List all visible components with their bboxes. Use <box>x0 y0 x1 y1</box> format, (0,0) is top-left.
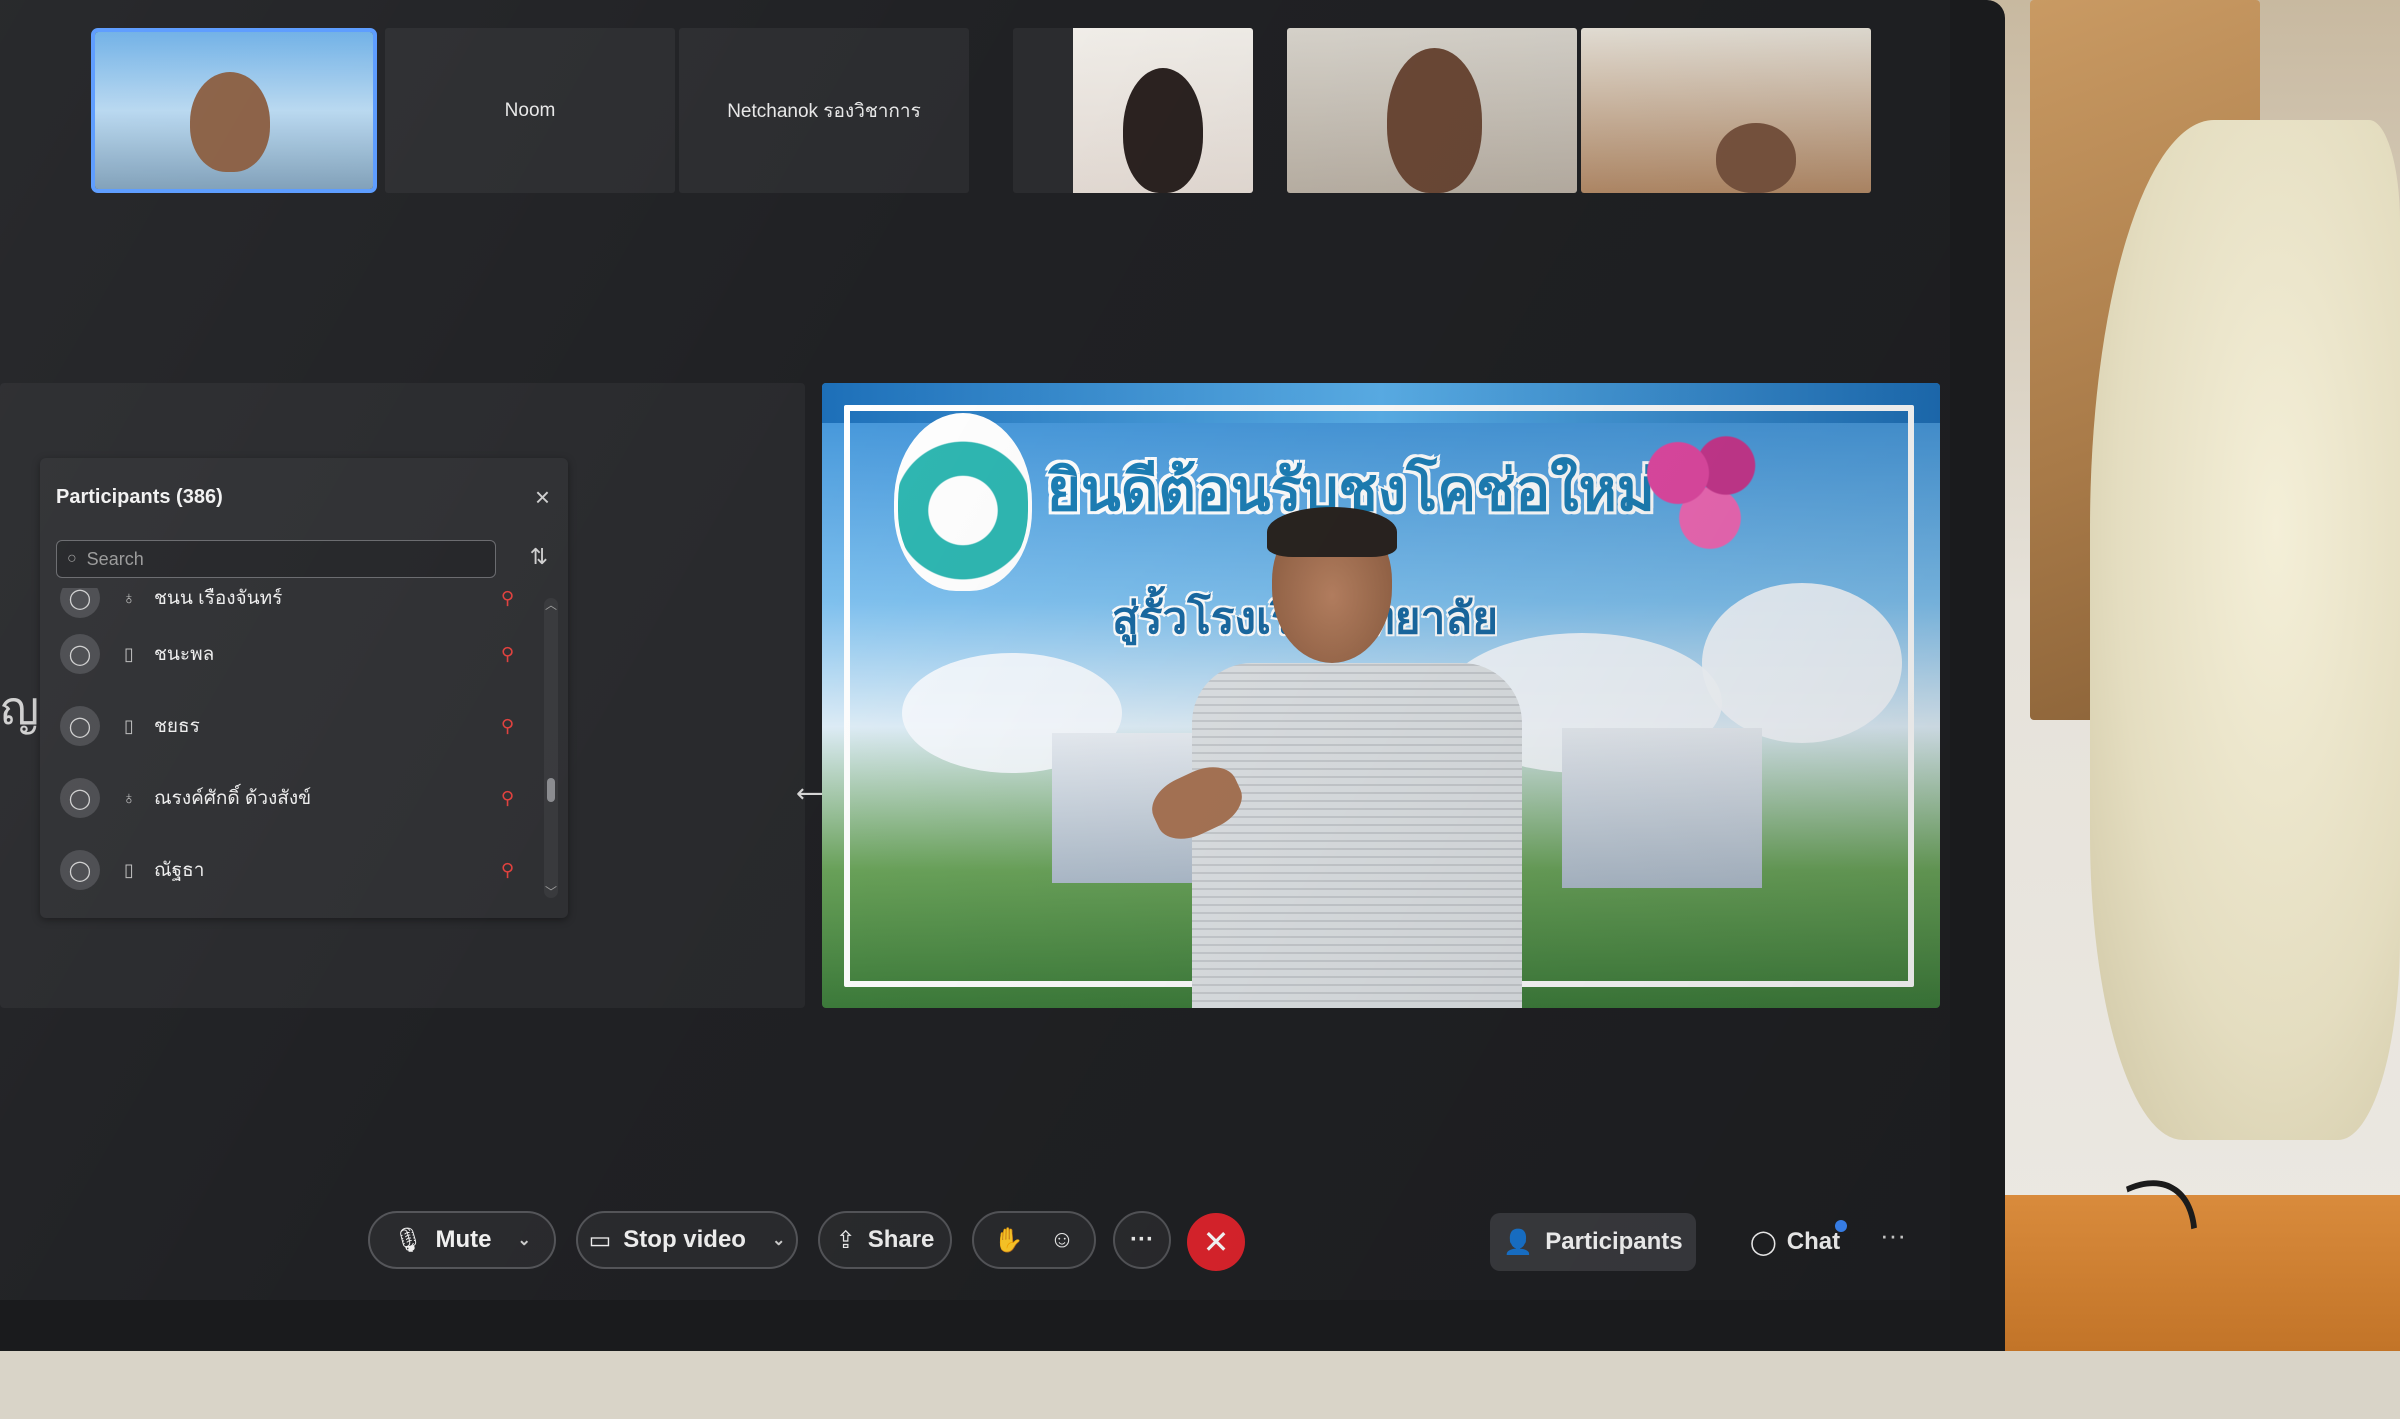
avatar-icon: ◯ <box>60 634 100 674</box>
chat-label: Chat <box>1786 1228 1841 1255</box>
reactions-button-group: ✋ ☺ <box>972 1211 1096 1269</box>
scrollbar[interactable]: ︿ ﹀ <box>544 596 558 900</box>
video-tile-2[interactable]: Noom <box>385 28 675 193</box>
avatar-icon: ◯ <box>60 706 100 746</box>
participant-name: ณัฐธา <box>154 860 205 881</box>
participants-button[interactable]: 👤 Participants <box>1490 1213 1696 1271</box>
list-item[interactable]: ◯ ▯ ณัฐธา ⚲ <box>56 834 536 906</box>
participant-name: ชนน เรืองจันทร์ <box>154 588 283 609</box>
meeting-screen: Noom Netchanok รองวิชาการ ญ Participants… <box>0 0 1950 1300</box>
raise-hand-icon[interactable]: ✋ <box>994 1226 1024 1255</box>
mic-muted-icon[interactable]: ⚲ <box>501 588 514 609</box>
chevron-down-icon[interactable]: ﹀ <box>545 883 557 900</box>
stop-video-button[interactable]: ▭ Stop video ⌄ <box>576 1211 798 1269</box>
participant-name: ชนะพล <box>154 644 215 665</box>
participants-label: Participants <box>1545 1228 1683 1255</box>
participant-face <box>190 72 270 172</box>
more-options-button[interactable]: ··· <box>1113 1211 1171 1269</box>
video-tile-name: Noom <box>504 99 556 121</box>
list-item[interactable]: ◯ ▯ ชยธร ⚲ <box>56 690 536 762</box>
mute-label: Mute <box>435 1226 492 1253</box>
participant-name: ณรงค์ศักดิ์ ด้วงสังข์ <box>154 788 312 809</box>
phone-icon: ▯ <box>124 643 134 664</box>
participants-title: Participants (386) <box>56 486 223 508</box>
emoji-icon[interactable]: ☺ <box>1050 1226 1075 1254</box>
video-tile-6[interactable] <box>1581 28 1871 193</box>
chevron-down-icon[interactable]: ⌄ <box>518 1230 531 1250</box>
mic-muted-icon[interactable]: ⚲ <box>501 644 514 665</box>
avatar-icon: ◯ <box>60 778 100 818</box>
participant-name: ชยธร <box>154 716 200 737</box>
chevron-down-icon[interactable]: ⌄ <box>772 1230 785 1250</box>
headset-icon: ♁ <box>122 588 136 608</box>
flower-decoration <box>1622 413 1782 563</box>
video-tile-name: Netchanok รองวิชาการ <box>727 100 921 122</box>
laptop-bezel: Noom Netchanok รองวิชาการ ญ Participants… <box>0 0 2005 1351</box>
main-speaker-video[interactable]: ยินดีต้อนรับชงโคช่อใหม่ สู่รั้วโรงเรียน … <box>822 383 1940 1008</box>
video-tile-4[interactable] <box>1013 28 1253 193</box>
notification-dot <box>1835 1220 1847 1232</box>
scrollbar-thumb[interactable] <box>547 778 555 802</box>
end-call-button[interactable]: ✕ <box>1187 1213 1245 1271</box>
list-item[interactable]: ◯ ♁ ชนน เรืองจันทร์ ⚲ <box>56 588 536 618</box>
search-icon: ○ <box>67 550 77 567</box>
participant-face <box>1716 123 1796 193</box>
participant-face <box>1387 48 1482 193</box>
school-emblem-icon <box>894 413 1032 591</box>
mic-muted-icon[interactable]: ⚲ <box>501 788 514 809</box>
list-item[interactable]: ◯ ▯ ชนะพล ⚲ <box>56 618 536 690</box>
speaker-hair <box>1267 507 1397 557</box>
share-icon: ⇪ <box>835 1226 856 1254</box>
microphone-icon: 🎙 <box>393 1226 424 1254</box>
overflow-menu-button[interactable]: ··· <box>1880 1220 1906 1251</box>
partial-text: ญ <box>0 681 40 735</box>
mic-muted-icon[interactable]: ⚲ <box>501 860 514 881</box>
list-item[interactable]: ◯ ♁ ณรงค์ศักดิ์ ด้วงสังข์ ⚲ <box>56 762 536 834</box>
chat-bubble-icon: ◯ <box>1749 1228 1777 1256</box>
video-tile-5[interactable] <box>1287 28 1577 193</box>
mic-muted-icon[interactable]: ⚲ <box>501 716 514 737</box>
speaker-person <box>1143 507 1582 1008</box>
share-label: Share <box>867 1226 935 1253</box>
video-tile-3[interactable]: Netchanok รองวิชาการ <box>679 28 969 193</box>
close-icon: ✕ <box>1202 1224 1230 1260</box>
speaker-shirt <box>1192 663 1522 1008</box>
avatar-icon: ◯ <box>60 588 100 618</box>
chevron-up-icon[interactable]: ︿ <box>545 596 557 613</box>
stop-video-label: Stop video <box>623 1226 746 1253</box>
people-icon: 👤 <box>1503 1228 1534 1256</box>
sort-icon[interactable]: ⇅ <box>530 544 548 570</box>
more-label: ··· <box>1130 1226 1154 1253</box>
search-input[interactable] <box>84 547 469 571</box>
share-button[interactable]: ⇪ Share <box>818 1211 952 1269</box>
video-tile-1[interactable] <box>91 28 377 193</box>
participants-panel: Participants (386) × ○ ⇅ ◯ ♁ ชนน เรืองจั… <box>40 458 568 918</box>
participant-search: ○ <box>56 540 496 578</box>
avatar-icon: ◯ <box>60 850 100 890</box>
participant-list: ◯ ♁ ชนน เรืองจันทร์ ⚲ ◯ ▯ ชนะพล ⚲ ◯ ▯ ชย… <box>56 588 536 908</box>
video-strip: Noom Netchanok รองวิชาการ <box>91 28 1871 193</box>
meeting-toolbar: 🎙 Mute ⌄ ▭ Stop video ⌄ ⇪ Share ✋ ☺ ··· … <box>0 1200 1950 1280</box>
cloth-drape <box>2090 120 2400 1140</box>
phone-icon: ▯ <box>124 859 134 880</box>
video-camera-icon: ▭ <box>588 1226 612 1254</box>
participant-face <box>1123 68 1203 193</box>
mute-button[interactable]: 🎙 Mute ⌄ <box>368 1211 556 1269</box>
headset-icon: ♁ <box>122 787 136 808</box>
close-icon[interactable]: × <box>535 482 550 513</box>
phone-icon: ▯ <box>124 715 134 736</box>
